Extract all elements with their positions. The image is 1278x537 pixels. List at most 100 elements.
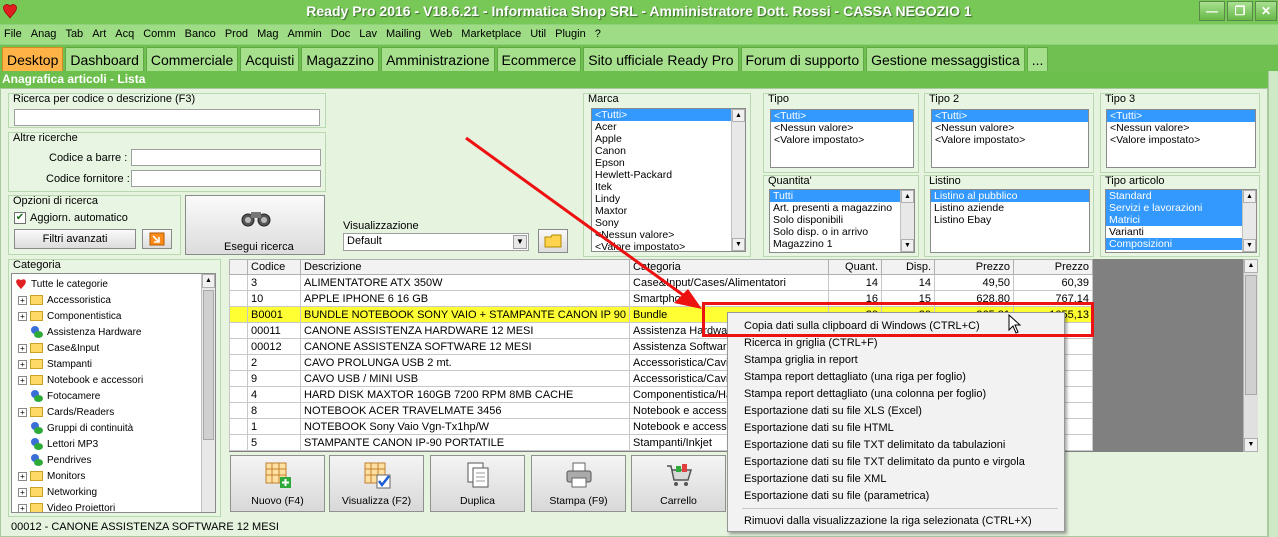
cart-button[interactable]: Carrello [631, 455, 726, 512]
view-button[interactable]: Visualizza (F2) [329, 455, 424, 512]
list-item[interactable]: <Nessun valore> [932, 122, 1088, 134]
list-item[interactable]: Listino al pubblico [931, 190, 1089, 202]
menu-tab[interactable]: Tab [61, 25, 88, 44]
close-button[interactable]: ✕ [1255, 1, 1277, 21]
scroll-thumb[interactable] [203, 290, 214, 440]
menu-art[interactable]: Art [88, 25, 111, 44]
tipo-articolo-list[interactable]: Standard Servizi e lavorazioni Matrici V… [1105, 189, 1257, 253]
col-header[interactable]: Descrizione [299, 259, 631, 275]
tree-item-pendrives[interactable]: Pendrives [30, 453, 91, 469]
tab-ecommerce[interactable]: Ecommerce [496, 47, 582, 71]
list-item[interactable]: <Valore impostato> [771, 134, 913, 146]
list-item[interactable]: Hewlett-Packard [592, 169, 745, 181]
scroll-down-icon[interactable]: ▼ [1244, 438, 1258, 452]
list-item[interactable]: Sony [592, 217, 745, 229]
menu-mailing[interactable]: Mailing [382, 25, 426, 44]
open-view-button[interactable] [538, 229, 568, 253]
col-header[interactable]: Codice [247, 259, 301, 275]
tab-desktop[interactable]: Desktop [2, 47, 64, 71]
menu-anag[interactable]: Anag [27, 25, 62, 44]
list-item[interactable]: <Tutti> [771, 110, 913, 122]
view-select[interactable]: Default ▼ [343, 233, 529, 251]
menu-lav[interactable]: Lav [355, 25, 382, 44]
expand-icon[interactable]: + [18, 375, 27, 385]
tab-messaggistica[interactable]: Gestione messaggistica [866, 47, 1025, 71]
tree-item-gruppi-continuita[interactable]: Gruppi di continuità [30, 421, 133, 437]
menu-item-export-xml[interactable]: Esportazione dati su file XML [744, 473, 886, 485]
print-button[interactable]: Stampa (F9) [531, 455, 626, 512]
expand-icon[interactable]: + [18, 359, 27, 369]
scroll-up-icon[interactable]: ▲ [732, 109, 745, 122]
tree-item-notebook[interactable]: + Notebook e accessori [18, 373, 143, 389]
tab-more[interactable]: ... [1026, 47, 1049, 71]
tipo-articolo-scrollbar[interactable]: ▲ ▼ [1242, 190, 1256, 252]
menu-item-export-parametric[interactable]: Esportazione dati su file (parametrica) [744, 490, 929, 502]
menu-ammin[interactable]: Ammin [283, 25, 326, 44]
menu-help[interactable]: ? [591, 25, 606, 44]
supplier-code-input[interactable] [131, 170, 321, 187]
search-button[interactable]: Esegui ricerca [185, 195, 325, 255]
scroll-up-icon[interactable]: ▲ [1243, 190, 1256, 203]
tab-magazzino[interactable]: Magazzino [301, 47, 380, 71]
col-header[interactable]: Categoria [629, 259, 830, 275]
col-header[interactable]: Quant. [828, 259, 883, 275]
scroll-down-icon[interactable]: ▼ [732, 238, 745, 251]
menu-web[interactable]: Web [426, 25, 457, 44]
advanced-filters-button[interactable]: Filtri avanzati [14, 229, 136, 249]
col-header[interactable]: Prezzo [934, 259, 1015, 275]
tab-forum[interactable]: Forum di supporto [740, 47, 865, 71]
tree-item-cards-readers[interactable]: + Cards/Readers [18, 405, 114, 421]
tab-amministrazione[interactable]: Amministrazione [381, 47, 495, 71]
quantita-list[interactable]: Tutti Art. presenti a magazzino Solo dis… [769, 189, 915, 253]
minimize-button[interactable]: — [1199, 1, 1225, 21]
list-item[interactable]: Solo disponibili [770, 214, 914, 226]
barcode-input[interactable] [131, 149, 321, 166]
category-scrollbar[interactable]: ▲ [201, 274, 215, 512]
col-header[interactable]: Disp. [881, 259, 936, 275]
auto-update-checkbox[interactable]: ✔ [14, 212, 26, 224]
tree-item-case-input[interactable]: + Case&Input [18, 341, 99, 357]
menu-file[interactable]: File [0, 25, 27, 44]
tree-item-networking[interactable]: + Networking [18, 485, 97, 501]
list-item[interactable]: Itek [592, 181, 745, 193]
list-item[interactable]: Tutti [770, 190, 914, 202]
list-item[interactable]: <Nessun valore> [592, 229, 745, 241]
category-tree[interactable]: Tutte le categorie + Accessoristica + Comp… [11, 273, 216, 513]
tab-dashboard[interactable]: Dashboard [65, 47, 144, 71]
list-item[interactable]: Epson [592, 157, 745, 169]
quantita-scrollbar[interactable]: ▲ ▼ [900, 190, 914, 252]
list-item[interactable]: <Valore impostato> [1107, 134, 1255, 146]
marca-scrollbar[interactable]: ▲ ▼ [731, 109, 745, 251]
list-item[interactable]: Acer [592, 121, 745, 133]
tab-sito-ufficiale[interactable]: Sito ufficiale Ready Pro [583, 47, 739, 71]
list-item[interactable]: <Valore impostato> [932, 134, 1088, 146]
menu-mag[interactable]: Mag [253, 25, 283, 44]
list-item[interactable]: <Tutti> [1107, 110, 1255, 122]
list-item[interactable]: Varianti [1106, 226, 1256, 238]
menu-item-print-row-report[interactable]: Stampa report dettagliato (una riga per … [744, 371, 966, 383]
search-input[interactable] [14, 109, 320, 126]
list-item[interactable]: Magazzino 1 [770, 238, 914, 250]
scroll-up-icon[interactable]: ▲ [202, 274, 215, 288]
list-item[interactable]: Maxtor [592, 205, 745, 217]
list-item[interactable]: Listino Ebay [931, 214, 1089, 226]
menu-item-export-xls[interactable]: Esportazione dati su file XLS (Excel) [744, 405, 922, 417]
list-item[interactable]: Listino aziende [931, 202, 1089, 214]
menu-item-export-txt-tab[interactable]: Esportazione dati su file TXT delimitato… [744, 439, 1005, 451]
scroll-thumb[interactable] [1245, 275, 1257, 395]
tree-item-accessoristica[interactable]: + Accessoristica [18, 293, 111, 309]
menu-comm[interactable]: Comm [139, 25, 180, 44]
expand-icon[interactable]: + [18, 407, 27, 417]
scroll-up-icon[interactable]: ▲ [1244, 259, 1258, 273]
list-item[interactable]: <Nessun valore> [771, 122, 913, 134]
menu-prod[interactable]: Prod [221, 25, 253, 44]
tipo2-list[interactable]: <Tutti> <Nessun valore> <Valore impostat… [931, 109, 1089, 168]
expand-icon[interactable]: + [18, 471, 27, 481]
tree-item-fotocamere[interactable]: Fotocamere [30, 389, 100, 405]
tree-item-video-proiettori[interactable]: + Video Proiettori [18, 501, 115, 512]
menu-item-remove-row[interactable]: Rimuovi dalla visualizzazione la riga se… [744, 515, 1032, 527]
filter-apply-button[interactable] [142, 229, 172, 249]
scroll-up-icon[interactable]: ▲ [901, 190, 914, 203]
window-scrollbar[interactable] [1268, 71, 1278, 537]
menu-plugin[interactable]: Plugin [551, 25, 591, 44]
